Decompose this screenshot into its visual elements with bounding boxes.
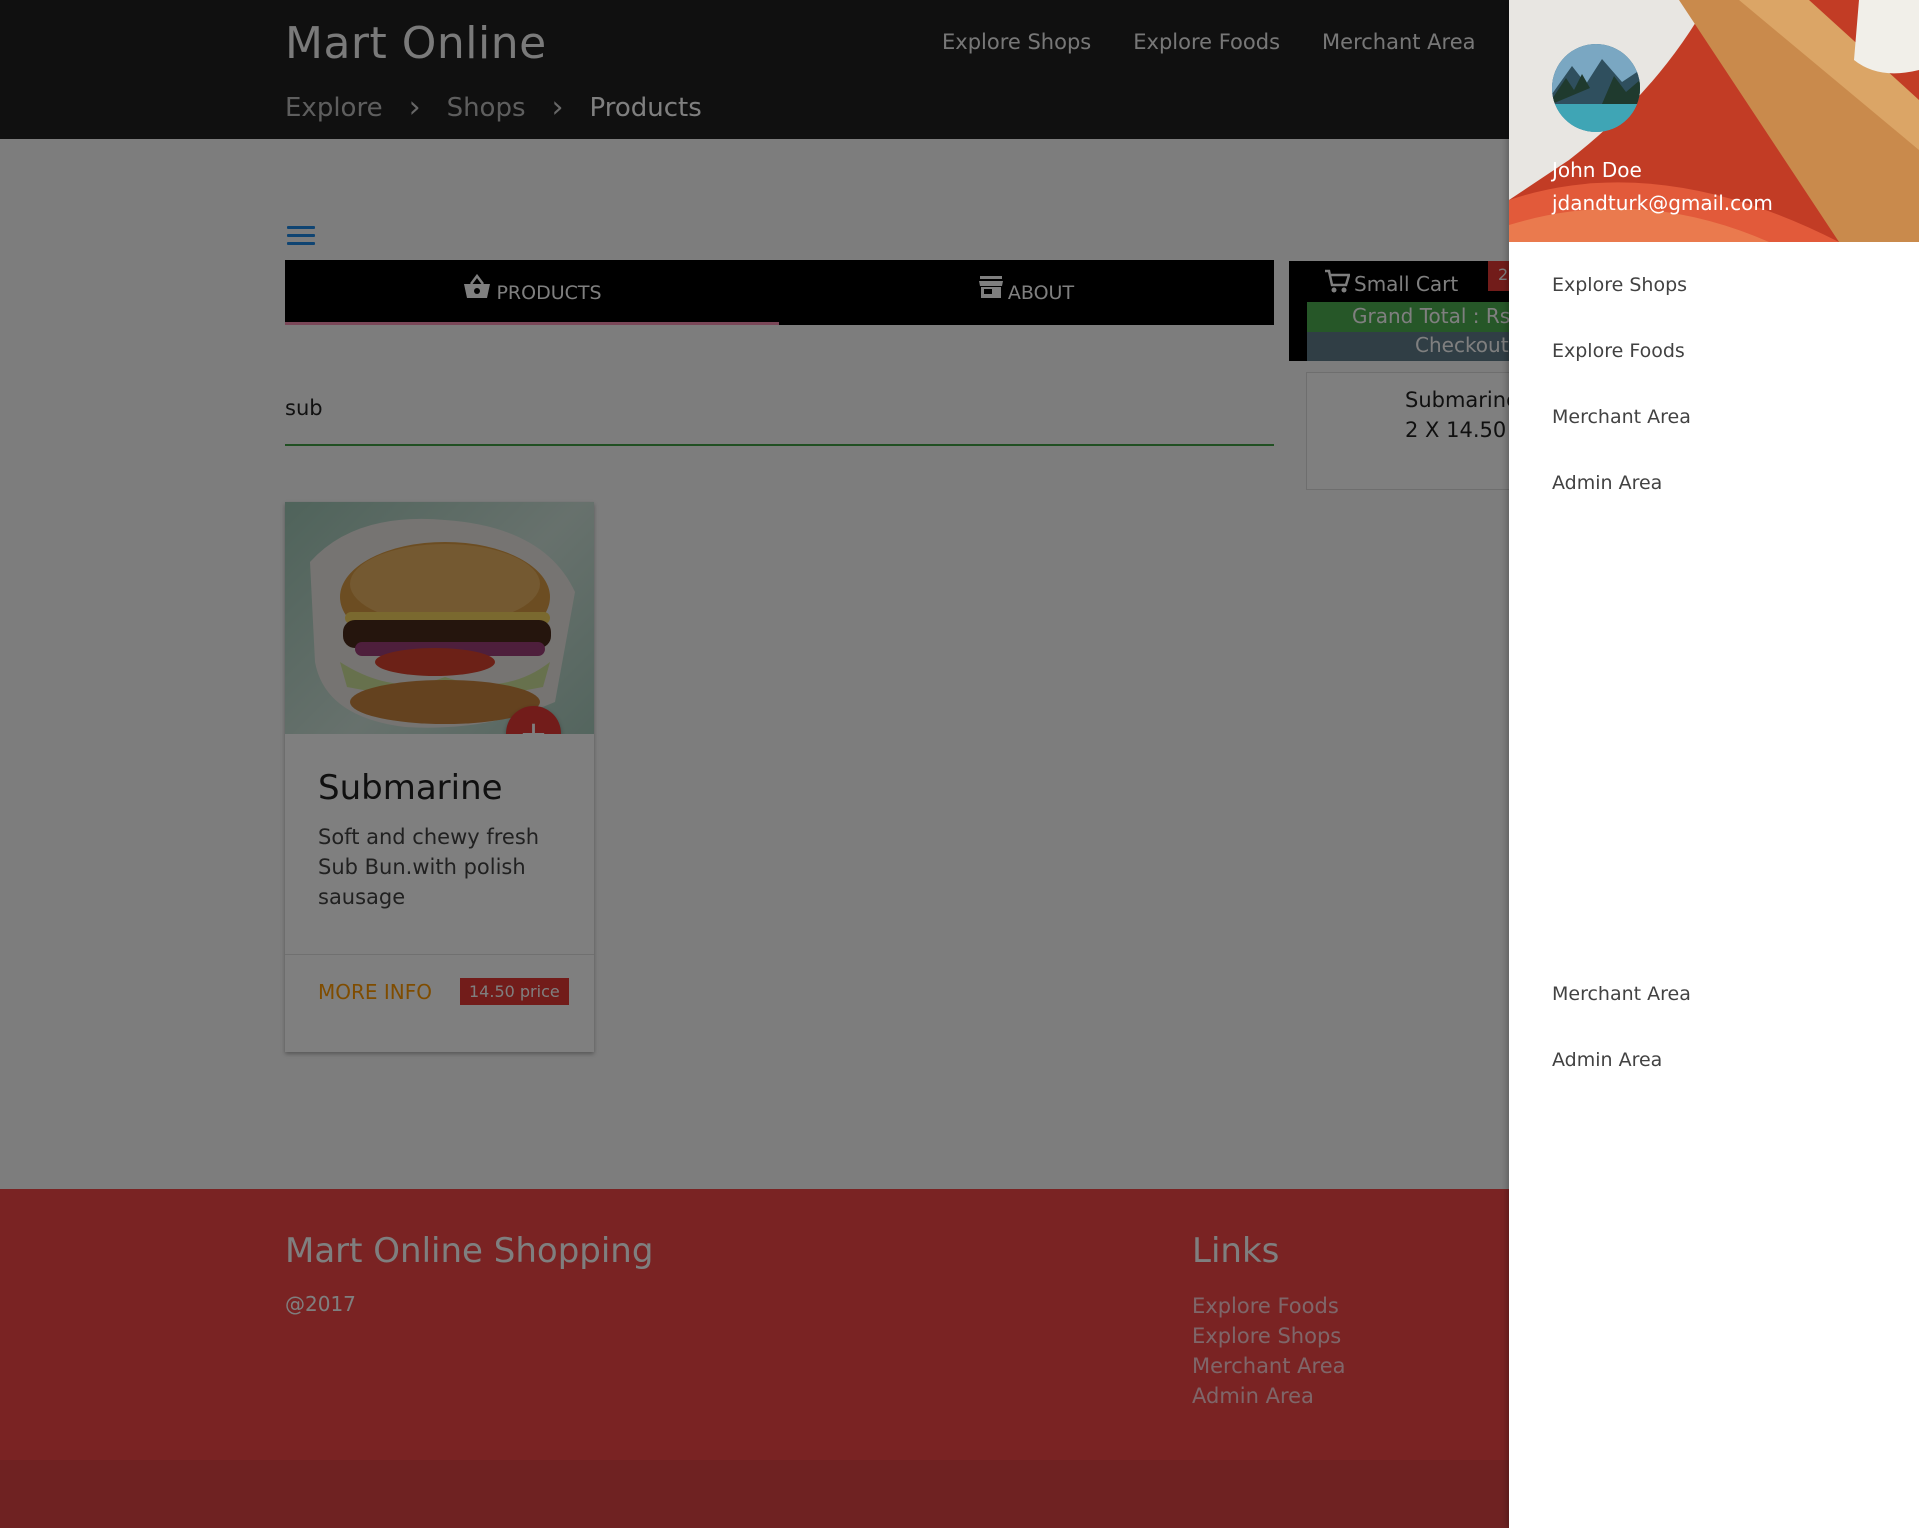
user-name: John Doe [1552,158,1642,182]
drawer-bottom-item-admin-area[interactable]: Admin Area [1552,1049,1662,1071]
side-drawer: John Doe jdandturk@gmail.com Explore Sho… [1509,0,1919,1528]
drawer-overlay[interactable] [0,0,1509,1528]
user-email: jdandturk@gmail.com [1552,191,1773,215]
drawer-bottom-item-merchant-area[interactable]: Merchant Area [1552,983,1691,1005]
drawer-item-admin-area[interactable]: Admin Area [1552,472,1662,494]
drawer-item-merchant-area[interactable]: Merchant Area [1552,406,1691,428]
drawer-item-explore-shops[interactable]: Explore Shops [1552,274,1687,296]
avatar[interactable] [1552,44,1640,132]
drawer-item-explore-foods[interactable]: Explore Foods [1552,340,1685,362]
drawer-cover-image: John Doe jdandturk@gmail.com [1509,0,1919,242]
